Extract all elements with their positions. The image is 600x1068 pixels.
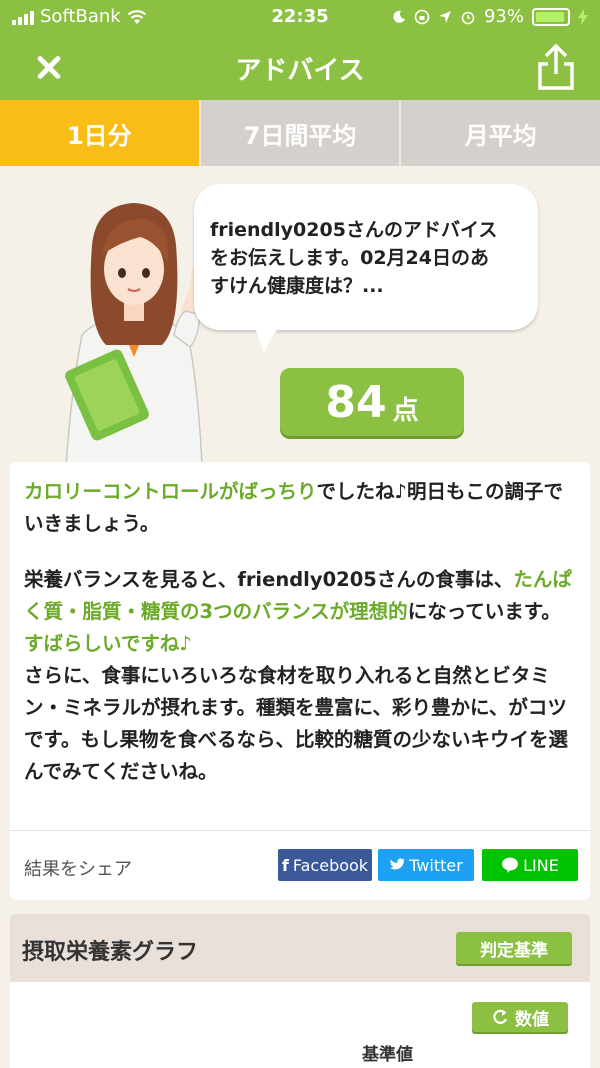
twitter-share-button[interactable]: Twitter [378, 849, 474, 881]
alarm-icon [461, 11, 475, 24]
health-score-badge: 84 点 [280, 368, 464, 436]
status-bar: SoftBank 22:35 93% [0, 0, 600, 34]
facebook-icon: f [281, 855, 289, 875]
line-share-button[interactable]: LINE [482, 849, 578, 881]
status-right: 93% [392, 6, 588, 27]
moon-icon [393, 10, 405, 23]
tab-monthly-average[interactable]: 月平均 [401, 100, 600, 166]
twitter-icon [390, 858, 406, 870]
tab-7day-average[interactable]: 7日間平均 [201, 100, 402, 166]
twitter-label: Twitter [409, 855, 463, 875]
advice-speech-bubble: friendly0205さんのアドバイス をお伝えします。02月24日のあ すけ… [194, 184, 538, 330]
score-unit: 点 [392, 395, 419, 426]
score-value: 84 [325, 376, 387, 428]
numeric-values-button[interactable]: 数値 [472, 1002, 568, 1032]
share-icon[interactable] [532, 42, 580, 92]
advice-paragraph-1: カロリーコントロールがばっちりでしたね♪明日もこの調子でいきましょう。 [24, 476, 576, 540]
advice-text-2b: になっています。 [407, 600, 561, 623]
line-icon [502, 857, 519, 873]
advisor-illustration [65, 203, 203, 465]
period-tabs: 1日分 7日間平均 月平均 [0, 100, 600, 166]
advice-paragraph-2: 栄養バランスを見ると、friendly0205さんの食事は、たんぱく質・脂質・糖… [24, 564, 576, 660]
battery-percent: 93% [483, 6, 524, 27]
battery-icon [532, 7, 570, 26]
graph-header: 摂取栄養素グラフ 判定基準 [10, 914, 590, 982]
rotation-lock-icon [414, 9, 430, 24]
facebook-label: Facebook [292, 855, 369, 875]
tab-daily[interactable]: 1日分 [0, 100, 201, 166]
bubble-text-line3: すけん健康度は？... [210, 275, 384, 297]
page-title: アドバイス [235, 56, 365, 86]
advice-highlight-1: カロリーコントロールがばっちり [24, 480, 317, 503]
advice-message-card: カロリーコントロールがばっちりでしたね♪明日もこの調子でいきましょう。 栄養バラ… [10, 462, 590, 830]
app-header: アドバイス [0, 34, 600, 100]
bubble-tail [252, 320, 284, 354]
advice-highlight-3: すばらしいですね♪ [24, 632, 192, 655]
facebook-share-button[interactable]: f Facebook [278, 849, 372, 881]
graph-title: 摂取栄養素グラフ [22, 940, 199, 965]
charging-icon [578, 8, 588, 25]
share-label: 結果をシェア [24, 859, 132, 880]
numeric-values-label: 数値 [515, 1009, 549, 1030]
advice-paragraph-3: さらに、食事にいろいろな食材を取り入れると自然とビタミン・ミネラルが摂れます。種… [24, 664, 569, 783]
refresh-icon [493, 1009, 508, 1024]
bubble-text-line1: friendly0205さんのアドバイス [210, 219, 498, 241]
bubble-text-line2: をお伝えします。02月24日のあ [210, 247, 489, 269]
advice-text-2: 栄養バランスを見ると、friendly0205さんの食事は、 [24, 568, 514, 591]
location-icon [438, 10, 451, 23]
share-bar: 結果をシェア f Facebook Twitter LINE [10, 830, 590, 900]
judgement-criteria-button[interactable]: 判定基準 [456, 932, 572, 964]
base-value-label: 基準値 [362, 1045, 413, 1065]
line-label: LINE [523, 855, 559, 875]
nutrient-graph-card: 摂取栄養素グラフ 判定基準 数値 基準値 [10, 914, 590, 1068]
